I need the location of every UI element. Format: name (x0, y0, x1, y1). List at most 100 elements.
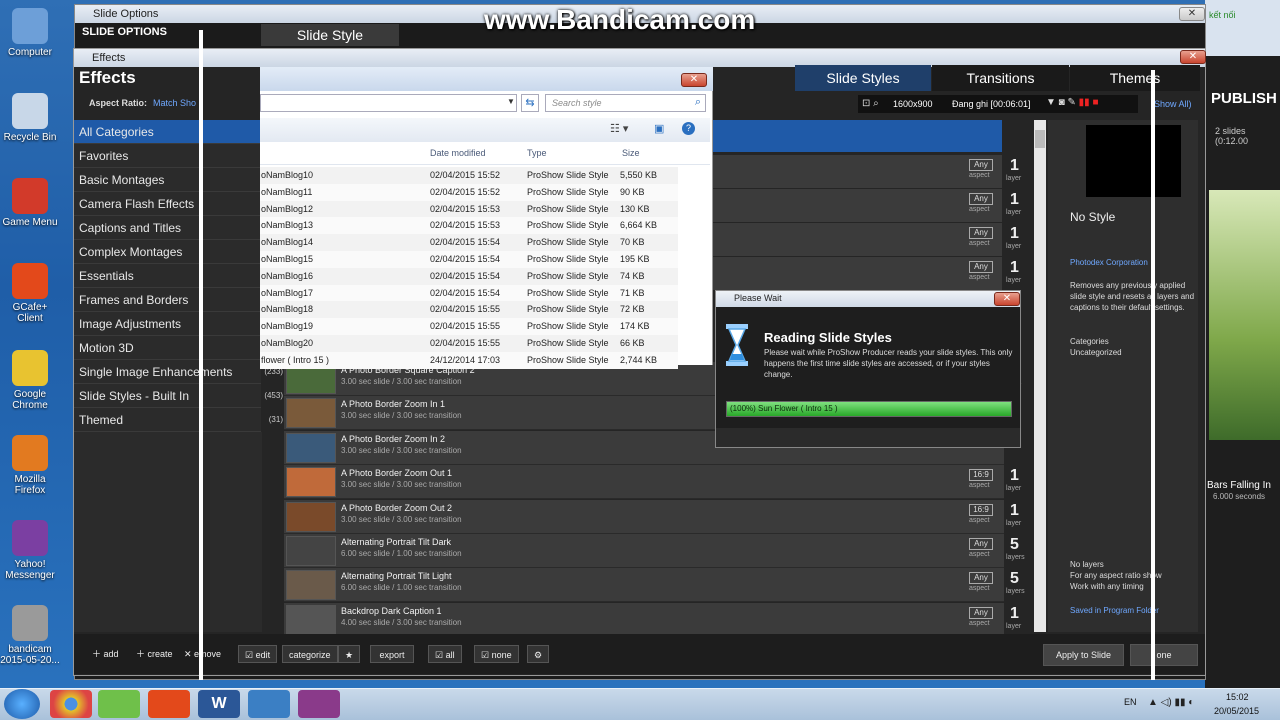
file-row[interactable]: oNamBlog10 02/04/2015 15:52 ProShow Slide … (260, 167, 678, 184)
company-link[interactable]: Photodex Corporation (1070, 258, 1148, 267)
file-row[interactable]: oNamBlog16 02/04/2015 15:54 ProShow Slide … (260, 267, 678, 285)
desktop-icon[interactable]: Mozilla Firefox (0, 435, 60, 496)
taskbar-gcafe-icon[interactable] (98, 690, 140, 718)
tab-themes[interactable]: Themes (1070, 65, 1200, 91)
search-style-input[interactable]: Search style ⌕ (545, 94, 706, 112)
style-row[interactable]: Alternating Portrait Tilt Light 6.00 sec … (284, 568, 1004, 603)
style-row-partial[interactable] (712, 189, 1002, 222)
taskbar-proshow-icon[interactable] (248, 690, 290, 718)
desktop-icon[interactable]: Yahoo! Messenger (0, 520, 60, 581)
list-scrollbar-thumb[interactable] (1035, 130, 1045, 148)
select-all-button[interactable]: ☑ all (428, 645, 462, 663)
desktop-icon[interactable]: Game Menu (0, 178, 60, 228)
saved-link[interactable]: Saved in Program Folder (1070, 606, 1159, 615)
style-row[interactable]: A Photo Border Zoom Out 2 3.00 sec slide … (284, 499, 1004, 534)
file-row[interactable]: oNamBlog15 02/04/2015 15:54 ProShow Slide … (260, 251, 678, 268)
desktop-icon[interactable]: bandicam 2015-05-20... (0, 605, 60, 666)
file-row[interactable]: flower ( Intro 15 ) 24/12/2014 17:03 ProSh… (260, 351, 678, 369)
clock-date[interactable]: 20/05/2015 (1214, 706, 1259, 716)
favorite-star-icon[interactable]: ★ (338, 645, 361, 663)
tab-slide-styles[interactable]: Slide Styles (795, 65, 931, 91)
desktop-icon[interactable]: Recycle Bin (0, 93, 60, 143)
zoom-icon[interactable]: ⊡ ⌕ (862, 98, 879, 109)
desktop-icon[interactable]: Google Chrome (0, 350, 60, 411)
style-meta: Any aspect 5 layers (968, 534, 1032, 568)
done-button[interactable]: one (1130, 644, 1198, 666)
style-thumbnail (286, 604, 336, 635)
file-dialog-close-button[interactable]: ✕ (681, 73, 707, 87)
category-item[interactable]: Essentials (74, 264, 261, 288)
effects-close-button[interactable]: ✕ (1180, 50, 1206, 64)
settings-gear-icon[interactable]: ⚙ (527, 645, 550, 663)
tray-icons[interactable]: ▲ ◁) ▮▮ ◐ (1148, 697, 1194, 708)
list-scrollbar[interactable] (1034, 120, 1046, 632)
help-icon[interactable]: ? (682, 122, 695, 135)
taskbar-word-icon[interactable]: W (198, 690, 240, 718)
edit-button[interactable]: ☑ edit (238, 645, 278, 663)
create-button[interactable]: ＋ create (130, 645, 179, 663)
file-row[interactable]: oNamBlog12 02/04/2015 15:53 ProShow Slide … (260, 200, 678, 218)
category-item[interactable]: All Categories (74, 120, 261, 144)
category-item[interactable]: Slide Styles - Built In (453) (74, 384, 283, 408)
clock-time[interactable]: 15:02 (1226, 692, 1249, 702)
taskbar-winrar-icon[interactable] (298, 690, 340, 718)
style-row[interactable]: A Photo Border Zoom Out 1 3.00 sec slide … (284, 465, 1004, 500)
file-row[interactable]: oNamBlog19 02/04/2015 15:55 ProShow Slide … (260, 318, 678, 336)
style-row[interactable]: Backdrop Dark Caption 1 4.00 sec slide / … (284, 602, 1004, 637)
category-item[interactable]: Complex Montages (74, 240, 261, 264)
view-icon[interactable]: ☷ ▾ (610, 122, 628, 135)
apply-to-slide-button[interactable]: Apply to Slide (1043, 644, 1124, 666)
file-row[interactable]: oNamBlog14 02/04/2015 15:54 ProShow Slide … (260, 234, 678, 252)
file-date: 02/04/2015 15:54 (430, 237, 501, 248)
path-dropdown-icon[interactable]: ▼ (507, 97, 515, 106)
refresh-icon[interactable]: ⇆ (521, 94, 539, 112)
category-item[interactable]: Themed (31) (74, 408, 283, 432)
please-wait-close-button[interactable]: ✕ (994, 292, 1020, 306)
layer-count: 1 (1010, 225, 1019, 242)
preview-pane-icon[interactable]: ▣ (654, 122, 664, 135)
desktop-icon-image (12, 350, 48, 386)
style-row[interactable]: Alternating Portrait Tilt Dark 6.00 sec s… (284, 534, 1004, 568)
style-name: A Photo Border Zoom In 1 (341, 399, 446, 410)
taskbar-game-icon[interactable] (148, 690, 190, 718)
slide-style-tab[interactable]: Slide Style (261, 24, 399, 46)
style-row-partial[interactable] (712, 257, 1002, 290)
publish-label[interactable]: PUBLISH (1211, 90, 1277, 107)
col-date[interactable]: Date modified (430, 148, 486, 158)
language-indicator[interactable]: EN (1124, 697, 1137, 707)
search-icon[interactable]: ⌕ (695, 96, 701, 109)
category-item[interactable]: Basic Montages (74, 168, 261, 192)
category-item[interactable]: Image Adjustments (74, 312, 261, 336)
categorize-button[interactable]: categorize (282, 645, 338, 663)
desktop-icon[interactable]: GCafe+ Client (0, 263, 60, 324)
category-item[interactable]: Motion 3D (74, 336, 261, 360)
file-type: ProShow Slide Style (527, 354, 609, 365)
show-all-link[interactable]: Show All) (1154, 99, 1192, 109)
aspect-ratio-value[interactable]: Match Sho (153, 98, 196, 108)
style-row-partial[interactable] (712, 155, 1002, 188)
export-button[interactable]: export (370, 645, 414, 663)
file-row[interactable]: oNamBlog20 02/04/2015 15:55 ProShow Slide … (260, 335, 678, 352)
taskbar-chrome-icon[interactable] (50, 690, 92, 718)
category-item[interactable]: Captions and Titles (74, 216, 261, 240)
col-type[interactable]: Type (527, 148, 547, 158)
category-item[interactable]: Single Image Enhancements (233) (74, 360, 283, 384)
layer-word: layer (1006, 622, 1022, 630)
slide-options-close-button[interactable]: ✕ (1179, 7, 1205, 21)
tab-transitions[interactable]: Transitions (932, 65, 1069, 91)
col-size[interactable]: Size (622, 148, 640, 158)
file-row[interactable]: oNamBlog11 02/04/2015 15:52 ProShow Slide … (260, 183, 678, 201)
desktop-icon[interactable]: Computer (0, 8, 60, 58)
file-row[interactable]: oNamBlog13 02/04/2015 15:53 ProShow Slide … (260, 217, 678, 235)
style-row-partial[interactable] (712, 223, 1002, 256)
category-item[interactable]: Favorites (74, 144, 261, 168)
start-button[interactable] (4, 689, 40, 719)
record-controls-icon[interactable]: ▼ ◙ ✎ ▮▮ ■ (1046, 97, 1098, 108)
file-row[interactable]: oNamBlog17 02/04/2015 15:54 ProShow Slide … (260, 284, 678, 302)
category-item[interactable]: Camera Flash Effects (74, 192, 261, 216)
add-button[interactable]: ＋ add (86, 645, 125, 663)
select-none-button[interactable]: ☑ none (474, 645, 519, 663)
category-item[interactable]: Frames and Borders (74, 288, 261, 312)
file-row[interactable]: oNamBlog18 02/04/2015 15:55 ProShow Slide … (260, 301, 678, 319)
path-bar[interactable] (260, 94, 517, 112)
